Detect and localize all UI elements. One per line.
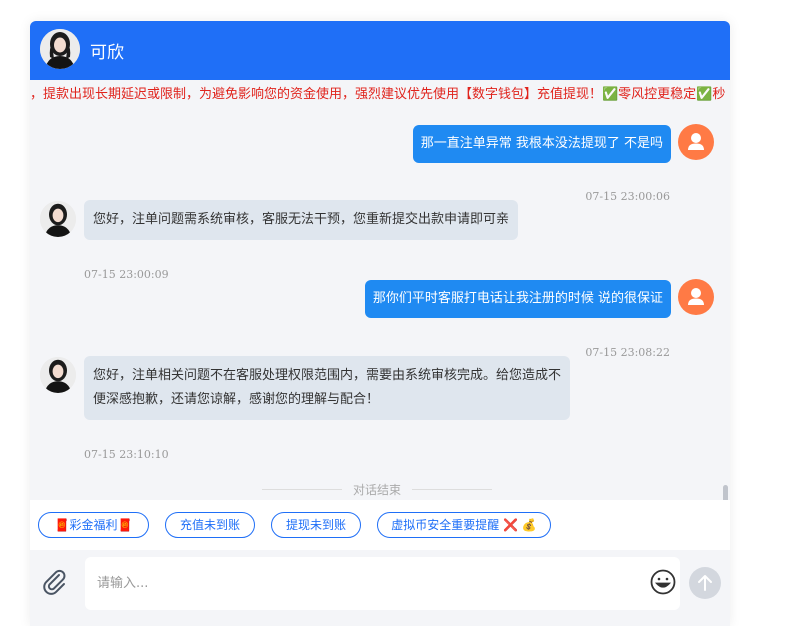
agent-message-line: 便深感抱歉，还请您谅解，感谢您的理解与配合！ bbox=[93, 392, 380, 407]
notice-text: ，提款出现长期延迟或限制，为避免影响您的资金使用，强烈建议优先使用【数字钱包】充… bbox=[30, 87, 726, 102]
chat-window: 可欣 ，提款出现长期延迟或限制，为避免影响您的资金使用，强烈建议优先使用【数字钱… bbox=[30, 21, 730, 626]
user-avatar bbox=[678, 124, 714, 160]
message-list[interactable]: 那一直注单异常 我根本没法提现了 不是吗 07-15 23:00:06 您好，注… bbox=[30, 105, 730, 500]
quick-reply-bar: 🧧彩金福利🧧 充值未到账 提现未到账 虚拟币安全重要提醒 ❌ 💰 bbox=[30, 500, 730, 550]
agent-avatar bbox=[40, 201, 76, 237]
attachment-icon[interactable] bbox=[40, 568, 68, 596]
notice-marquee: ，提款出现长期延迟或限制，为避免影响您的资金使用，强烈建议优先使用【数字钱包】充… bbox=[30, 80, 730, 105]
quick-reply-withdraw-missing[interactable]: 提现未到账 bbox=[271, 512, 361, 538]
message-time: 07-15 23:08:22 bbox=[585, 346, 670, 359]
conversation-end-divider: 对话结束 bbox=[262, 481, 492, 498]
send-button[interactable] bbox=[689, 567, 721, 599]
scrollbar-thumb[interactable] bbox=[723, 485, 728, 500]
quick-reply-bonus[interactable]: 🧧彩金福利🧧 bbox=[38, 512, 149, 538]
agent-message: 您好，注单问题需系统审核，客服无法干预，您重新提交出款申请即可亲 bbox=[84, 200, 519, 240]
chat-header: 可欣 bbox=[30, 21, 730, 80]
user-message: 那一直注单异常 我根本没法提现了 不是吗 bbox=[412, 125, 671, 163]
agent-name: 可欣 bbox=[90, 43, 124, 63]
agent-avatar bbox=[40, 357, 76, 393]
emoji-icon[interactable] bbox=[649, 568, 677, 596]
message-time: 07-15 23:00:06 bbox=[585, 190, 670, 203]
quick-reply-deposit-missing[interactable]: 充值未到账 bbox=[165, 512, 255, 538]
message-input[interactable] bbox=[85, 557, 680, 610]
user-avatar bbox=[678, 279, 714, 315]
user-message: 那你们平时客服打电话让我注册的时候 说的很保证 bbox=[364, 280, 671, 318]
quick-reply-crypto-safety[interactable]: 虚拟币安全重要提醒 ❌ 💰 bbox=[377, 512, 551, 538]
input-bar bbox=[30, 550, 730, 626]
agent-message: 您好，注单相关问题不在客服处理权限范围内，需要由系统审核完成。给您造成不 便深感… bbox=[84, 356, 571, 420]
message-time: 07-15 23:00:09 bbox=[84, 268, 169, 281]
agent-avatar bbox=[40, 29, 80, 69]
agent-message-line: 您好，注单相关问题不在客服处理权限范围内，需要由系统审核完成。给您造成不 bbox=[93, 368, 562, 383]
arrow-up-icon bbox=[698, 575, 712, 591]
message-time: 07-15 23:10:10 bbox=[84, 448, 169, 461]
conversation-end-label: 对话结束 bbox=[352, 483, 401, 497]
